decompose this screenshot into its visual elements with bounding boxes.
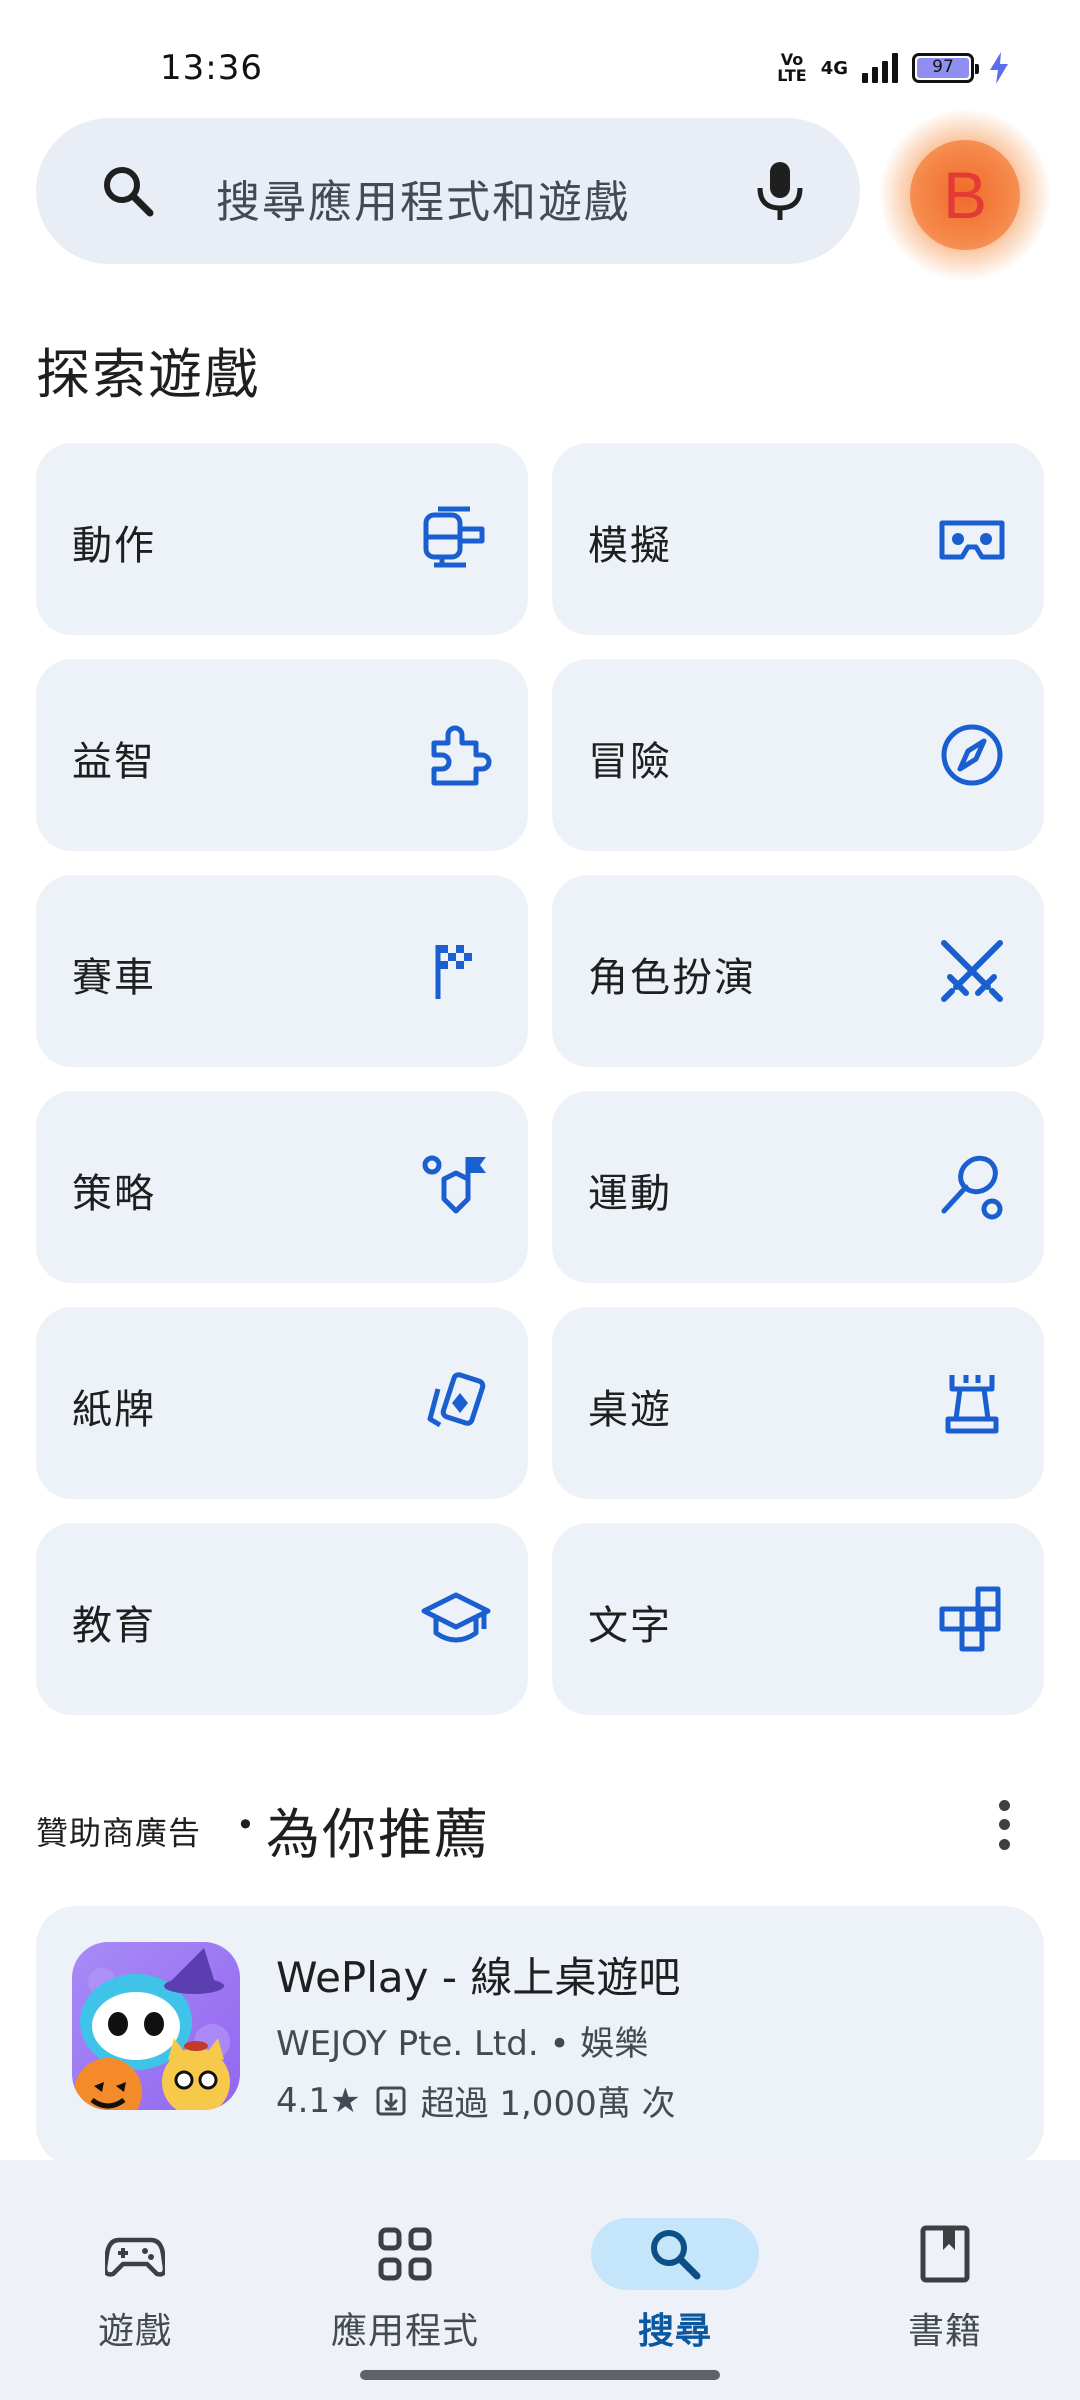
app-name: WePlay - 線上桌遊吧 — [276, 1953, 681, 2002]
book-icon — [915, 2224, 975, 2284]
category-label: 教育 — [72, 1603, 156, 1649]
home-indicator[interactable] — [360, 2370, 720, 2380]
chess-rook-icon — [936, 1367, 1008, 1439]
strategy-icon — [420, 1151, 492, 1223]
app-card[interactable]: WePlay - 線上桌遊吧 WEJOY Pte. Ltd. • 娛樂 4.1★… — [36, 1906, 1044, 2166]
microphone-icon[interactable] — [752, 158, 808, 224]
tennis-racket-icon — [936, 1151, 1008, 1223]
cards-icon — [420, 1367, 492, 1439]
sponsored-header: 贊助商廣告 • 為你推薦 — [36, 1790, 1044, 1866]
crossed-swords-icon — [936, 935, 1008, 1007]
graduation-cap-icon — [420, 1583, 492, 1655]
nav-search[interactable]: 搜尋 — [540, 2190, 810, 2360]
category-simulation[interactable]: 模擬 — [552, 443, 1044, 635]
category-label: 策略 — [72, 1171, 156, 1217]
nav-label: 書籍 — [907, 2311, 982, 2352]
download-icon — [376, 2086, 406, 2115]
compass-icon — [936, 719, 1008, 791]
bottom-nav: 遊戲 應用程式 搜尋 書籍 — [0, 2160, 1080, 2400]
status-time: 13:36 — [160, 48, 263, 88]
search-placeholder: 搜尋應用程式和遊戲 — [216, 177, 630, 228]
category-adventure[interactable]: 冒險 — [552, 659, 1044, 851]
status-bar: 13:36 Vo LTE 4G 97 — [0, 0, 1080, 110]
category-label: 桌遊 — [588, 1387, 672, 1433]
charging-icon — [990, 52, 1008, 84]
status-icons: Vo LTE 4G 97 — [777, 52, 1010, 84]
category-role-playing[interactable]: 角色扮演 — [552, 875, 1044, 1067]
category-action[interactable]: 動作 — [36, 443, 528, 635]
search-icon[interactable] — [98, 161, 158, 221]
battery-icon: 97 — [912, 53, 979, 83]
nav-apps[interactable]: 應用程式 — [270, 2190, 540, 2360]
category-label: 角色扮演 — [588, 955, 756, 1001]
search-input[interactable]: 搜尋應用程式和遊戲 — [36, 118, 860, 264]
gamepad-icon — [102, 2224, 168, 2284]
category-sports[interactable]: 運動 — [552, 1091, 1044, 1283]
category-strategy[interactable]: 策略 — [36, 1091, 528, 1283]
app-downloads: 超過 1,000萬 次 — [420, 2084, 676, 2124]
battery-level: 97 — [932, 57, 954, 77]
category-puzzle[interactable]: 益智 — [36, 659, 528, 851]
category-label: 運動 — [588, 1171, 672, 1217]
category-board[interactable]: 桌遊 — [552, 1307, 1044, 1499]
category-racing[interactable]: 賽車 — [36, 875, 528, 1067]
category-label: 動作 — [72, 523, 156, 569]
recommended-title: 為你推薦 — [266, 1803, 490, 1866]
category-cards[interactable]: 紙牌 — [36, 1307, 528, 1499]
apps-grid-icon — [375, 2224, 435, 2284]
signal-icon — [862, 53, 898, 83]
puzzle-icon — [420, 719, 492, 791]
separator-dot: • — [236, 1806, 255, 1844]
nav-books[interactable]: 書籍 — [810, 2190, 1080, 2360]
category-word[interactable]: 文字 — [552, 1523, 1044, 1715]
helicopter-icon — [420, 503, 492, 575]
search-icon — [645, 2224, 705, 2284]
category-label: 模擬 — [588, 523, 672, 569]
category-label: 冒險 — [588, 739, 672, 785]
category-grid: 動作 模擬 益智 冒險 賽車 角色扮演 策略 運動 紙牌 桌遊 教育 文字 — [36, 443, 1044, 1715]
nav-label: 應用程式 — [330, 2311, 479, 2352]
word-tiles-icon — [936, 1583, 1008, 1655]
volte-indicator: Vo LTE — [777, 50, 807, 85]
app-icon[interactable] — [72, 1942, 240, 2110]
sponsored-label: 贊助商廣告 — [36, 1814, 202, 1852]
category-label: 紙牌 — [72, 1387, 156, 1433]
nav-label: 搜尋 — [637, 2311, 712, 2352]
nav-label: 遊戲 — [97, 2311, 172, 2352]
app-rating: 4.1★ — [276, 2080, 361, 2121]
nav-games[interactable]: 遊戲 — [0, 2190, 270, 2360]
category-label: 益智 — [72, 739, 156, 785]
category-educational[interactable]: 教育 — [36, 1523, 528, 1715]
avatar[interactable]: B — [910, 140, 1020, 250]
network-type: 4G — [820, 57, 848, 79]
app-meta: 4.1★ 超過 1,000萬 次 — [276, 2076, 676, 2125]
app-developer: WEJOY Pte. Ltd. • 娛樂 — [276, 2024, 649, 2064]
checkered-flag-icon — [420, 935, 492, 1007]
section-title: 探索遊戲 — [36, 343, 260, 406]
category-label: 文字 — [588, 1603, 672, 1649]
more-options-icon[interactable] — [980, 1792, 1028, 1858]
vr-headset-icon — [936, 503, 1008, 575]
category-label: 賽車 — [72, 955, 156, 1001]
